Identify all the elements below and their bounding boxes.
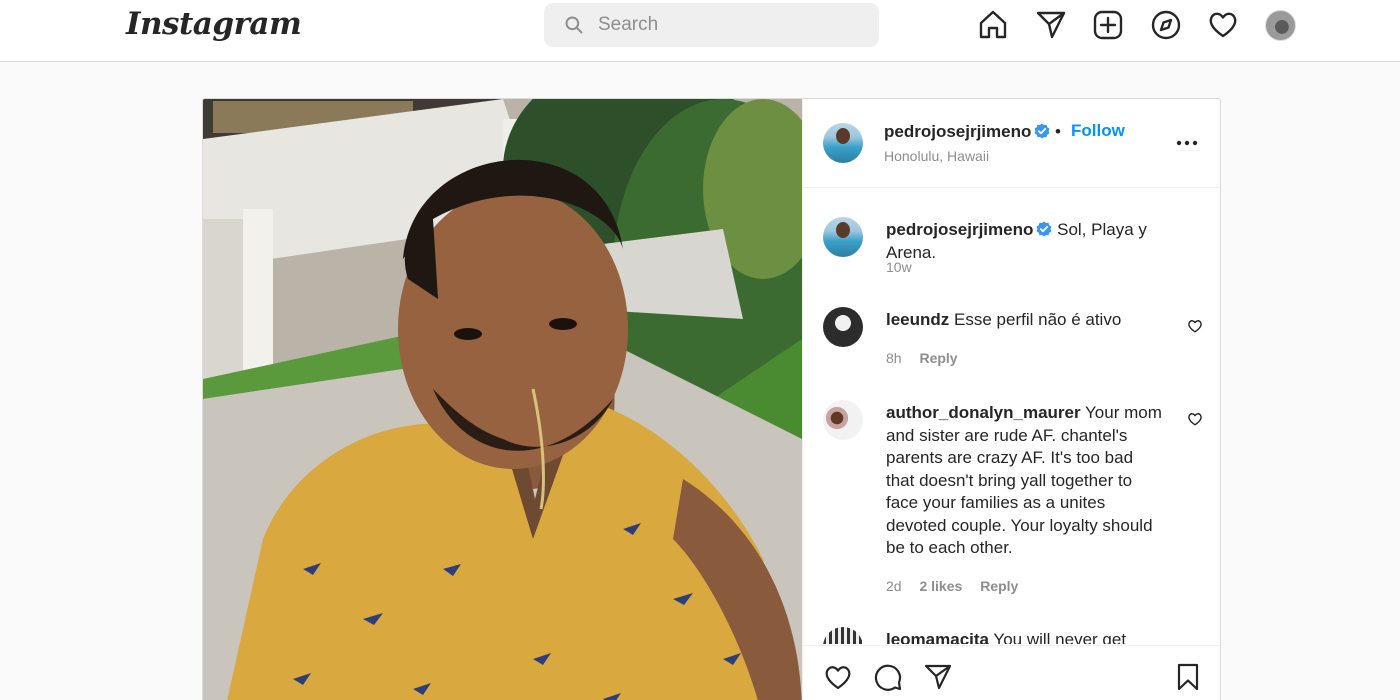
author-username[interactable]: pedrojosejrjimeno bbox=[884, 122, 1031, 141]
like-comment-heart-icon[interactable] bbox=[1187, 318, 1203, 334]
post-photo[interactable] bbox=[203, 99, 802, 700]
comment-icon[interactable] bbox=[873, 662, 903, 692]
home-icon[interactable] bbox=[977, 9, 1009, 41]
caption-body: pedrojosejrjimeno Sol, Playa y Arena. bbox=[886, 219, 1166, 264]
like-comment-heart-icon[interactable] bbox=[1187, 411, 1203, 427]
comment-item: author_donalyn_maurer Your mom and siste… bbox=[823, 400, 1213, 600]
search-icon bbox=[565, 16, 583, 34]
search-input[interactable] bbox=[598, 3, 858, 47]
comment-likes[interactable]: 2 likes bbox=[919, 578, 962, 594]
author-username-row: pedrojosejrjimeno bbox=[884, 122, 1050, 142]
post-location[interactable]: Honolulu, Hawaii bbox=[884, 148, 989, 164]
comment-meta: 2d 2 likes Reply bbox=[886, 578, 1032, 594]
comment-time[interactable]: 8h bbox=[886, 350, 902, 366]
separator-dot: • bbox=[1055, 122, 1061, 141]
direct-message-icon[interactable] bbox=[1035, 9, 1067, 41]
explore-icon[interactable] bbox=[1150, 9, 1182, 41]
comment-text: You will never get bbox=[993, 630, 1127, 644]
commenter-avatar[interactable] bbox=[823, 627, 863, 644]
commenter-avatar[interactable] bbox=[823, 400, 863, 440]
comment-body: leomamacita You will never get bbox=[886, 629, 1166, 644]
caption-avatar[interactable] bbox=[823, 217, 863, 257]
profile-avatar[interactable] bbox=[1265, 10, 1296, 41]
caption-username[interactable]: pedrojosejrjimeno bbox=[886, 220, 1033, 239]
comment-username[interactable]: leeundz bbox=[886, 310, 949, 329]
post-card: pedrojosejrjimeno • Follow Honolulu, Haw… bbox=[202, 98, 1221, 700]
top-navigation-bar: Instagram bbox=[0, 0, 1400, 62]
comment-username[interactable]: author_donalyn_maurer bbox=[886, 403, 1081, 422]
comment-text: Your mom and sister are rude AF. chantel… bbox=[886, 403, 1162, 557]
comment-time[interactable]: 2d bbox=[886, 578, 902, 594]
instagram-logo[interactable]: Instagram bbox=[126, 6, 302, 42]
comment-item: leeundz Esse perfil não é ativo 8h Reply bbox=[823, 307, 1213, 377]
verified-badge-icon bbox=[1034, 123, 1050, 139]
reply-button[interactable]: Reply bbox=[919, 350, 957, 366]
comment-meta: 8h Reply bbox=[886, 350, 972, 366]
caption-meta: 10w bbox=[886, 259, 926, 275]
comment-username[interactable]: leomamacita bbox=[886, 630, 989, 644]
reply-button[interactable]: Reply bbox=[980, 578, 1018, 594]
comments-list[interactable]: pedrojosejrjimeno Sol, Playa y Arena. 10… bbox=[803, 189, 1220, 644]
like-icon[interactable] bbox=[823, 662, 853, 692]
post-sidebar: pedrojosejrjimeno • Follow Honolulu, Haw… bbox=[802, 99, 1220, 700]
share-icon[interactable] bbox=[923, 662, 953, 692]
author-avatar[interactable] bbox=[823, 123, 863, 163]
caption-time[interactable]: 10w bbox=[886, 259, 912, 275]
comment-body: author_donalyn_maurer Your mom and siste… bbox=[886, 402, 1166, 560]
comment-text: Esse perfil não é ativo bbox=[954, 310, 1122, 329]
save-icon[interactable] bbox=[1173, 662, 1203, 692]
comment-item: leomamacita You will never get bbox=[823, 627, 1213, 644]
search-box[interactable] bbox=[544, 3, 879, 47]
post-action-bar bbox=[803, 645, 1220, 700]
caption: pedrojosejrjimeno Sol, Playa y Arena. 10… bbox=[823, 217, 1213, 287]
comment-body: leeundz Esse perfil não é ativo bbox=[886, 309, 1166, 332]
new-post-icon[interactable] bbox=[1092, 9, 1124, 41]
follow-button[interactable]: Follow bbox=[1071, 121, 1125, 141]
commenter-avatar[interactable] bbox=[823, 307, 863, 347]
activity-heart-icon[interactable] bbox=[1207, 9, 1239, 41]
more-options-icon[interactable] bbox=[1174, 131, 1200, 155]
verified-badge-icon bbox=[1036, 221, 1052, 237]
post-header: pedrojosejrjimeno • Follow Honolulu, Haw… bbox=[803, 99, 1220, 188]
